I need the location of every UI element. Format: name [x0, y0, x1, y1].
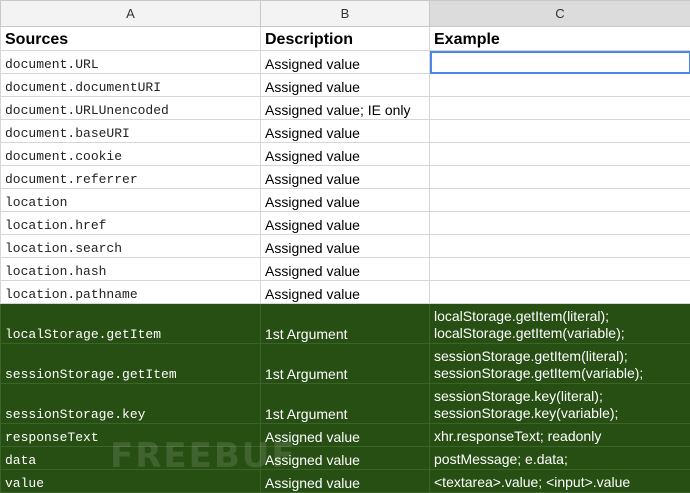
cell-description[interactable]: Assigned value	[261, 258, 430, 281]
table-row: location.hashAssigned value	[1, 258, 690, 281]
cell-example[interactable]: xhr.responseText; readonly	[430, 424, 690, 447]
table-row: dataAssigned valuepostMessage; e.data;	[1, 447, 690, 470]
cell-source[interactable]: data	[1, 447, 261, 470]
cell-description[interactable]: Assigned value	[261, 212, 430, 235]
cell-example[interactable]: <textarea>.value; <input>.value	[430, 470, 690, 493]
cell-source[interactable]: responseText	[1, 424, 261, 447]
table-row: document.URLAssigned value	[1, 51, 690, 74]
cell-example[interactable]	[430, 166, 690, 189]
column-header-c[interactable]: C	[430, 1, 690, 27]
table-row: document.referrerAssigned value	[1, 166, 690, 189]
cell-example-line: sessionStorage.getItem(literal);	[434, 348, 686, 365]
cell-source[interactable]: location.href	[1, 212, 261, 235]
cell-sources-header[interactable]: Sources	[1, 27, 261, 51]
cell-example-line: localStorage.getItem(literal);	[434, 308, 686, 325]
cell-example[interactable]	[430, 97, 690, 120]
cell-description[interactable]: 1st Argument	[261, 344, 430, 384]
spreadsheet-grid: A B C Sources Description Example docume…	[0, 0, 690, 493]
cell-description[interactable]: Assigned value	[261, 166, 430, 189]
table-row: sessionStorage.key1st ArgumentsessionSto…	[1, 384, 690, 424]
column-header-a[interactable]: A	[1, 1, 261, 27]
cell-example[interactable]: localStorage.getItem(literal);localStora…	[430, 304, 690, 344]
cell-source[interactable]: location	[1, 189, 261, 212]
table-row: valueAssigned value<textarea>.value; <in…	[1, 470, 690, 493]
cell-description[interactable]: Assigned value	[261, 470, 430, 493]
cell-description[interactable]: Assigned value	[261, 447, 430, 470]
cell-description-header[interactable]: Description	[261, 27, 430, 51]
table-row: document.baseURIAssigned value	[1, 120, 690, 143]
spreadsheet: A B C Sources Description Example docume…	[0, 0, 690, 483]
cell-example-line: sessionStorage.getItem(variable);	[434, 365, 686, 382]
table-row: document.cookieAssigned value	[1, 143, 690, 166]
column-header-b[interactable]: B	[261, 1, 430, 27]
cell-description[interactable]: 1st Argument	[261, 304, 430, 344]
cell-description[interactable]: Assigned value	[261, 143, 430, 166]
cell-description[interactable]: Assigned value	[261, 281, 430, 304]
table-row: localStorage.getItem1st ArgumentlocalSto…	[1, 304, 690, 344]
cell-example[interactable]	[430, 281, 690, 304]
table-row: responseTextAssigned valuexhr.responseTe…	[1, 424, 690, 447]
cell-source[interactable]: sessionStorage.key	[1, 384, 261, 424]
cell-example-header[interactable]: Example	[430, 27, 690, 51]
cell-source[interactable]: localStorage.getItem	[1, 304, 261, 344]
cell-description[interactable]: Assigned value	[261, 189, 430, 212]
cell-source[interactable]: document.cookie	[1, 143, 261, 166]
cell-example-line: xhr.responseText; readonly	[434, 428, 686, 445]
cell-source[interactable]: document.URLUnencoded	[1, 97, 261, 120]
cell-example[interactable]	[430, 189, 690, 212]
cell-source[interactable]: location.pathname	[1, 281, 261, 304]
cell-example[interactable]: sessionStorage.getItem(literal);sessionS…	[430, 344, 690, 384]
cell-example-line: sessionStorage.key(variable);	[434, 405, 686, 422]
cell-example-line: postMessage; e.data;	[434, 451, 686, 468]
table-row: locationAssigned value	[1, 189, 690, 212]
cell-description[interactable]: Assigned value	[261, 74, 430, 97]
cell-source[interactable]: sessionStorage.getItem	[1, 344, 261, 384]
cell-example[interactable]	[430, 212, 690, 235]
cell-source[interactable]: document.URL	[1, 51, 261, 74]
table-row: sessionStorage.getItem1st Argumentsessio…	[1, 344, 690, 384]
cell-example[interactable]	[430, 120, 690, 143]
cell-example[interactable]	[430, 143, 690, 166]
cell-description[interactable]: Assigned value	[261, 235, 430, 258]
table-header-row: Sources Description Example	[1, 27, 690, 51]
table-row: location.searchAssigned value	[1, 235, 690, 258]
cell-example[interactable]	[430, 74, 690, 97]
cell-example[interactable]	[430, 235, 690, 258]
table-row: document.URLUnencodedAssigned value; IE …	[1, 97, 690, 120]
table-row: location.hrefAssigned value	[1, 212, 690, 235]
column-header-row: A B C	[1, 1, 690, 27]
cell-source[interactable]: value	[1, 470, 261, 493]
table-row: document.documentURIAssigned value	[1, 74, 690, 97]
cell-source[interactable]: location.hash	[1, 258, 261, 281]
cell-example-line: localStorage.getItem(variable);	[434, 325, 686, 342]
cell-source[interactable]: document.documentURI	[1, 74, 261, 97]
cell-description[interactable]: Assigned value	[261, 120, 430, 143]
cell-example[interactable]	[430, 258, 690, 281]
table-row: location.pathnameAssigned value	[1, 281, 690, 304]
cell-example[interactable]: postMessage; e.data;	[430, 447, 690, 470]
cell-example-line: sessionStorage.key(literal);	[434, 388, 686, 405]
cell-description[interactable]: Assigned value	[261, 51, 430, 74]
cell-source[interactable]: location.search	[1, 235, 261, 258]
cell-description[interactable]: Assigned value	[261, 424, 430, 447]
cell-source[interactable]: document.baseURI	[1, 120, 261, 143]
cell-source[interactable]: document.referrer	[1, 166, 261, 189]
cell-example-selected[interactable]	[430, 51, 690, 74]
cell-description[interactable]: 1st Argument	[261, 384, 430, 424]
cell-example[interactable]: sessionStorage.key(literal);sessionStora…	[430, 384, 690, 424]
cell-description[interactable]: Assigned value; IE only	[261, 97, 430, 120]
